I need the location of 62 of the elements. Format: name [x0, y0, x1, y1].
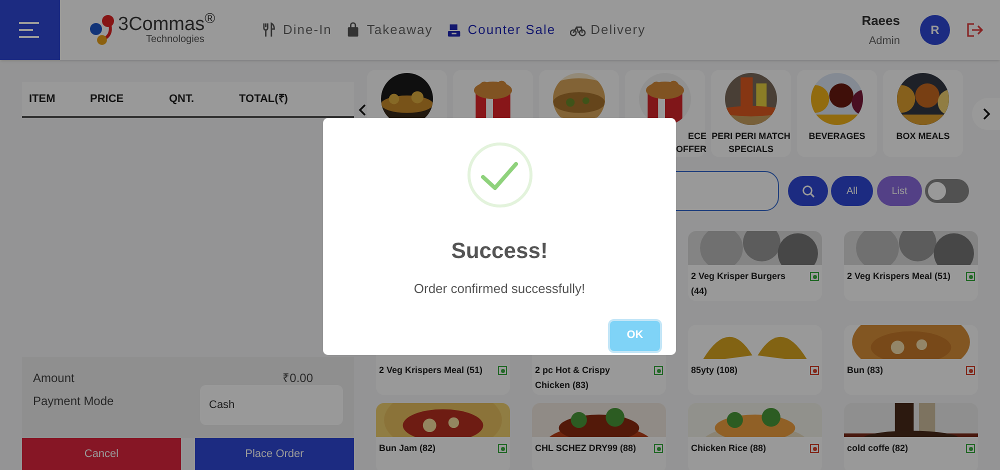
product-card[interactable]: cold coffe (82) [844, 403, 978, 470]
avatar[interactable]: R [920, 15, 950, 45]
logout-button[interactable] [966, 22, 984, 38]
place-order-button[interactable]: Place Order [195, 438, 354, 470]
category-label: BEVERAGES [808, 130, 866, 143]
toggle-switch[interactable] [925, 179, 969, 203]
success-check-icon [466, 142, 532, 208]
product-name: Bun Jam (82) [379, 442, 437, 455]
product-name: Chicken Rice (88) [691, 442, 768, 455]
product-card[interactable]: Bun Jam (82) [376, 403, 510, 470]
dialog-message: Order confirmed successfully! [414, 280, 586, 298]
menu-button[interactable] [0, 0, 60, 60]
column-header: PRICE [90, 92, 125, 107]
previous-button[interactable] [358, 104, 368, 116]
amount-label: Amount [33, 370, 74, 387]
logo-text: 3Commas$^{®}$ [118, 15, 216, 34]
category-label: BOX MEALS [896, 130, 950, 143]
search-button[interactable] [788, 176, 828, 206]
category-card[interactable]: BOX MEALS [883, 70, 963, 157]
user-role: Admin [868, 34, 900, 49]
dialog-title: Success! [451, 237, 548, 265]
logout-icon [966, 22, 984, 38]
category-label: OFFER [676, 143, 706, 156]
product-name: 85yty (108) [691, 364, 739, 377]
utensils-icon [262, 22, 278, 38]
nav-tab[interactable]: Takeaway [346, 20, 433, 40]
product-name: 2 Veg Krisper Burgers (44) [691, 270, 787, 298]
amount-value: ₹0.00 [282, 370, 313, 387]
category-label: PERI PERI MATCH [712, 130, 790, 143]
cancel-button[interactable]: Cancel [22, 438, 181, 470]
category-card[interactable]: BEVERAGES [797, 70, 877, 157]
product-card[interactable]: Bun (83) [844, 325, 978, 395]
product-card[interactable]: CHL SCHEZ DRY99 (88) [532, 403, 666, 470]
logo-subtext: Technologies [146, 35, 206, 45]
category-card[interactable]: PERI PERI MATCH SPECIALS [711, 70, 791, 157]
register-icon [446, 22, 463, 38]
column-header: ITEM [28, 92, 56, 107]
product-card[interactable]: 2 Veg Krisper Burgers (44) [688, 231, 822, 301]
nav-tab[interactable]: Counter Sale [446, 20, 556, 40]
nav-tab[interactable]: Delivery [570, 20, 646, 40]
product-name: Bun (83) [847, 364, 884, 377]
user-name: Raees [862, 12, 900, 30]
nav-tab[interactable]: Dine-In [262, 20, 332, 40]
product-name: CHL SCHEZ DRY99 (88) [535, 442, 638, 455]
chevron-left-icon [358, 104, 368, 116]
product-name: 2 pc Hot & Crispy Chicken (83) [535, 364, 612, 392]
product-card[interactable]: 2 Veg Krispers Meal (51) [844, 231, 978, 301]
payment-mode-field[interactable]: Cash [200, 385, 343, 425]
payment-mode-label: Payment Mode [33, 393, 114, 410]
search-icon [802, 184, 814, 198]
category-label: ECE [688, 130, 706, 143]
product-name: 2 Veg Krispers Meal (51) [379, 364, 484, 377]
column-header: QNT. [169, 92, 196, 107]
product-name: 2 Veg Krispers Meal (51) [847, 270, 952, 283]
next-button[interactable] [972, 98, 1000, 130]
all-button[interactable]: All [831, 176, 873, 206]
chevron-right-icon [981, 108, 991, 120]
column-header: TOTAL(₹) [239, 92, 289, 107]
menu-icon [19, 22, 41, 38]
product-name: cold coffe (82) [847, 442, 910, 455]
product-card[interactable]: Chicken Rice (88) [688, 403, 822, 470]
category-label: SPECIALS [728, 143, 774, 156]
